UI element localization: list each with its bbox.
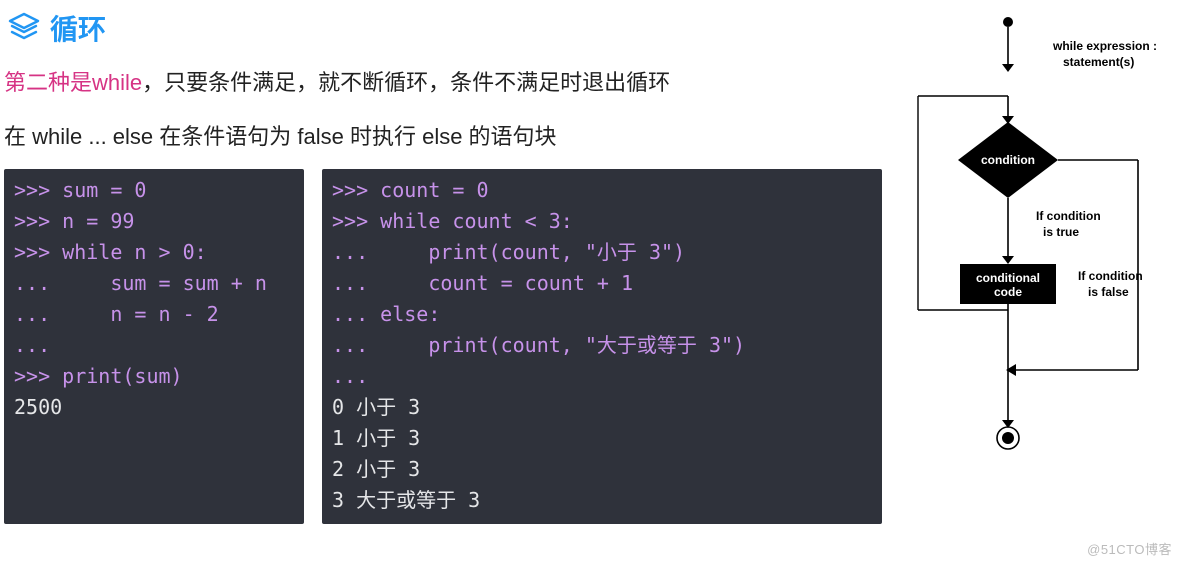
- code-line: >>> n = 99: [14, 209, 134, 233]
- code-line: >>> while n > 0:: [14, 240, 207, 264]
- diagram-condition: condition: [981, 153, 1035, 167]
- code-line: >>> sum = 0: [14, 178, 146, 202]
- diagram-codebox1: conditional: [976, 271, 1040, 285]
- code-output: 1 小于 3: [332, 426, 420, 450]
- code-line: ...: [332, 364, 368, 388]
- section-title: 循环: [50, 8, 106, 48]
- code-block-right: >>> count = 0 >>> while count < 3: ... p…: [322, 169, 882, 524]
- watermark: @51CTO博客: [1087, 539, 1172, 558]
- code-line: ...: [14, 333, 50, 357]
- desc1-post: ，只要条件满足，就不断循环，条件不满足时退出循环: [142, 70, 670, 95]
- code-block-left: >>> sum = 0 >>> n = 99 >>> while n > 0: …: [4, 169, 304, 524]
- diagram-header2: statement(s): [1063, 55, 1134, 69]
- diagram-false2: is false: [1088, 285, 1129, 299]
- code-output: 2500: [14, 395, 62, 419]
- diagram-header1: while expression :: [1052, 39, 1157, 53]
- flowchart-diagram: while expression : statement(s) conditio…: [898, 10, 1178, 460]
- code-line: ... count = count + 1: [332, 271, 633, 295]
- code-output: 0 小于 3: [332, 395, 420, 419]
- code-output: 3 大于或等于 3: [332, 488, 480, 512]
- code-line: >>> count = 0: [332, 178, 489, 202]
- code-line: >>> while count < 3:: [332, 209, 573, 233]
- code-line: ... else:: [332, 302, 440, 326]
- code-output: 2 小于 3: [332, 457, 420, 481]
- diagram-true1: If condition: [1036, 209, 1101, 223]
- diagram-false1: If condition: [1078, 269, 1143, 283]
- loop-icon: [8, 12, 40, 44]
- code-line: ... print(count, "小于 3"): [332, 240, 685, 264]
- code-line: >>> print(sum): [14, 364, 183, 388]
- desc1-keyword: while: [92, 70, 142, 95]
- diagram-codebox2: code: [994, 285, 1022, 299]
- desc1-pre: 第二种是: [4, 70, 92, 95]
- diagram-true2: is true: [1043, 225, 1079, 239]
- code-line: ... n = n - 2: [14, 302, 219, 326]
- code-line: ... print(count, "大于或等于 3"): [332, 333, 745, 357]
- code-line: ... sum = sum + n: [14, 271, 267, 295]
